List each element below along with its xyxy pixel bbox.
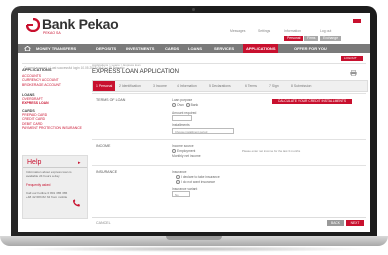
nav-applications[interactable]: APPLICATIONS [243, 44, 279, 53]
sidebar-link[interactable]: CURRENCY ACCOUNT [22, 78, 61, 82]
webcam [192, 8, 195, 11]
radio-insurance-no[interactable]: I do not want insurance [176, 180, 215, 185]
section-income: INCOME Income source Employment Monthly … [92, 139, 366, 164]
wizard-steps: 1 Personal 2 Identification 3 Income 4 I… [92, 80, 368, 92]
step-identification[interactable]: 2 Identification [119, 81, 141, 91]
step-submission[interactable]: 8 Submission [291, 81, 311, 91]
step-information[interactable]: 4 Information [177, 81, 197, 91]
income-note: Please enter net income for the last 3 m… [242, 149, 301, 153]
nav-services[interactable]: SERVICES [214, 44, 234, 53]
field-label: Insurance [172, 170, 187, 174]
phone-icon [73, 199, 80, 207]
help-text: Information about express loan is availa… [26, 170, 72, 178]
main-content: Applications > Loans > Express loan EXPR… [92, 63, 368, 228]
help-panel: Help ▸ Information about express loan is… [22, 155, 88, 219]
page-title: EXPRESS LOAN APPLICATION [92, 69, 179, 75]
nav-money-transfers[interactable]: MONEY TRANSFERS [36, 44, 76, 53]
sidebar-section-applications: APPLICATIONS ACCOUNTS CURRENCY ACCOUNT B… [22, 67, 61, 87]
nav-investments[interactable]: INVESTMENTS [126, 44, 154, 53]
cancel-link[interactable]: CANCEL [96, 221, 111, 225]
brand-name[interactable]: Bank Pekao [42, 16, 119, 32]
sidebar-link[interactable]: PAYMENT PROTECTION INSURANCE [22, 126, 82, 130]
amount-input[interactable] [172, 115, 192, 121]
logout-strip-button[interactable]: LOGOUT [341, 56, 363, 61]
field-label: Monthly net income [172, 154, 201, 158]
toplink-logout[interactable]: Log out [320, 19, 331, 33]
browser-screen: Bank Pekao PEKAO SA Messages Settings In… [18, 13, 370, 232]
radio-employment[interactable]: Employment [172, 149, 195, 154]
radio-insurance-yes[interactable]: I declare to take insurance [176, 175, 220, 180]
section-insurance: INSURANCE Insurance I declare to take in… [92, 165, 366, 214]
radio-bank[interactable] [185, 103, 190, 108]
step-personal[interactable]: 1 Personal [93, 81, 116, 91]
installments-select[interactable]: Choose installment period [172, 128, 234, 134]
field-label: Loan purpose [172, 98, 193, 102]
help-contacts: Call our hotline 0 801 365 365 +48 42 68… [26, 191, 68, 199]
insurance-variant-select[interactable]: No [172, 191, 190, 197]
calculate-installments-button[interactable]: CALCULATE YOUR CREDIT INSTALLMENTS [272, 99, 352, 104]
section-terms-of-loan: TERMS OF LOAN Loan purpose Own Bank CALC… [92, 93, 366, 138]
nav-cards[interactable]: CARDS [165, 44, 179, 53]
step-sign[interactable]: 7 Sign [269, 81, 279, 91]
help-faq-link[interactable]: Frequently asked [26, 183, 50, 187]
section-label: TERMS OF LOAN [96, 98, 126, 102]
help-divider [23, 167, 87, 168]
form-footer: CANCEL BACK NEXT [92, 217, 366, 228]
laptop-frame: Bank Pekao PEKAO SA Messages Settings In… [0, 0, 388, 255]
field-label: Income source [172, 144, 194, 148]
main-nav: MONEY TRANSFERS DEPOSITS INVESTMENTS CAR… [18, 44, 370, 53]
tab-exchange[interactable]: Exchange Services [320, 36, 342, 45]
tab-personal[interactable]: Personal [284, 36, 304, 41]
laptop-shadow [16, 246, 372, 252]
account-breadcrumb: Current account > Last successful login … [24, 66, 125, 70]
radio-own[interactable] [172, 103, 176, 108]
home-icon[interactable] [24, 46, 31, 51]
back-button[interactable]: BACK [327, 220, 344, 226]
nav-loans[interactable]: LOANS [188, 44, 202, 53]
bank-logo-icon[interactable] [26, 18, 40, 32]
nav-deposits[interactable]: DEPOSITS [96, 44, 116, 53]
print-icon[interactable] [350, 70, 357, 76]
step-income[interactable]: 3 Income [153, 81, 167, 91]
chevron-right-icon[interactable]: ▸ [78, 160, 81, 166]
tab-firms[interactable]: Firms [304, 36, 319, 41]
toplink-information[interactable]: Information [284, 19, 301, 33]
step-terms[interactable]: 6 Terms [245, 81, 257, 91]
page-breadcrumb: Applications > Loans > Express loan [92, 63, 141, 67]
brand-tagline: PEKAO SA [43, 31, 61, 35]
help-title[interactable]: Help [27, 159, 41, 166]
nav-offer-for-you[interactable]: OFFER FOR YOU [294, 44, 327, 53]
next-button[interactable]: NEXT [346, 220, 364, 226]
step-declarations[interactable]: 5 Declarations [209, 81, 231, 91]
toplink-messages[interactable]: Messages [230, 19, 245, 33]
sidebar-section-loans: LOANS OVERDRAFT EXPRESS LOAN [22, 93, 49, 106]
field-label: Installments [172, 123, 190, 127]
laptop-notch [166, 236, 222, 240]
sidebar-link[interactable]: BROKERAGE ACCOUNT [22, 83, 61, 87]
sidebar-section-cards: CARDS PREPAID CARD CREDIT CARD DEBIT CAR… [22, 109, 82, 130]
section-label: INSURANCE [96, 170, 118, 174]
divider [22, 63, 366, 64]
toplink-settings[interactable]: Settings [258, 19, 270, 33]
logout-button[interactable] [353, 19, 361, 23]
radio-group[interactable]: Own Bank [172, 103, 198, 108]
sidebar-link-active[interactable]: EXPRESS LOAN [22, 101, 49, 105]
section-label: INCOME [96, 144, 111, 148]
